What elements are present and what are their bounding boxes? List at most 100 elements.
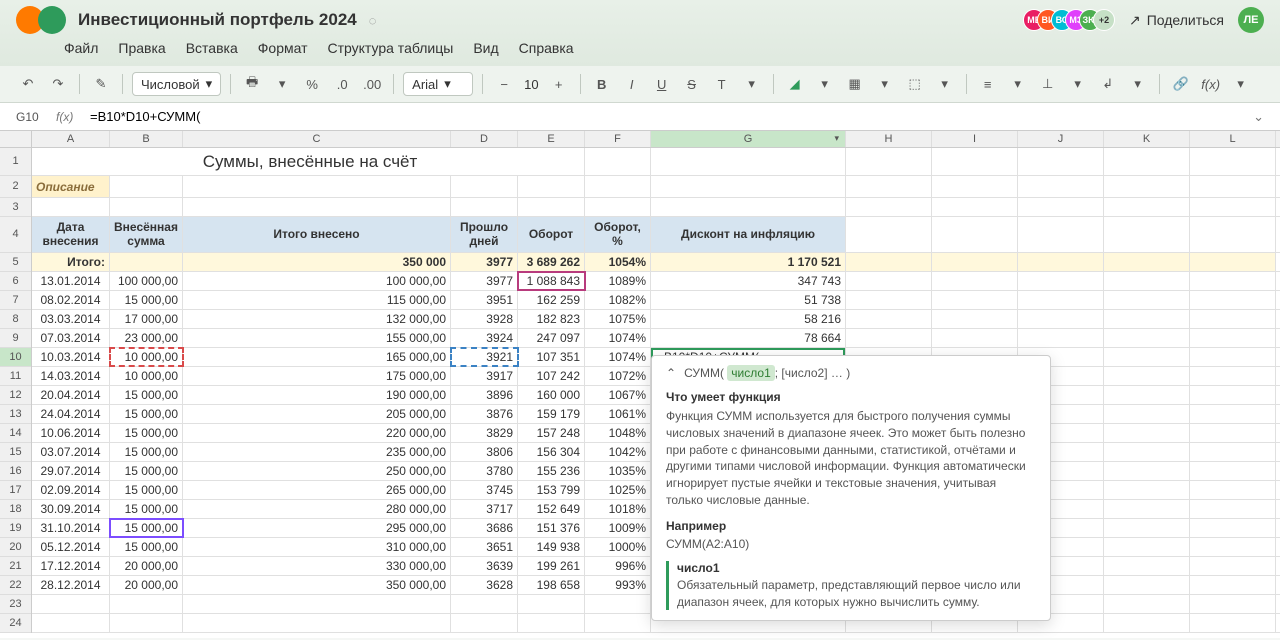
- row-header-12[interactable]: 12: [0, 386, 31, 405]
- cell[interactable]: [1104, 500, 1190, 518]
- cell[interactable]: [1104, 576, 1190, 594]
- menu-структура таблицы[interactable]: Структура таблицы: [328, 40, 454, 56]
- column-header-K[interactable]: K: [1104, 131, 1190, 147]
- row-header-16[interactable]: 16: [0, 462, 31, 481]
- cell[interactable]: 10.06.2014: [32, 424, 110, 442]
- cell[interactable]: 100 000,00: [183, 272, 451, 290]
- share-button[interactable]: ↗ Поделиться: [1129, 12, 1224, 29]
- title-cell[interactable]: Суммы, внесённые на счёт: [32, 148, 585, 175]
- cell[interactable]: [518, 198, 585, 216]
- cell[interactable]: 250 000,00: [183, 462, 451, 480]
- underline-button[interactable]: U: [650, 72, 674, 96]
- cell[interactable]: 1018%: [585, 500, 651, 518]
- cell[interactable]: 03.07.2014: [32, 443, 110, 461]
- cell[interactable]: [110, 176, 183, 197]
- cell[interactable]: [451, 176, 518, 197]
- cell[interactable]: 1074%: [585, 348, 651, 366]
- cell[interactable]: [932, 217, 1018, 252]
- cell[interactable]: 198 658: [518, 576, 585, 594]
- cell[interactable]: [518, 614, 585, 632]
- number-format-select[interactable]: Числовой▾: [132, 72, 221, 96]
- cell[interactable]: 1067%: [585, 386, 651, 404]
- cell[interactable]: [585, 595, 651, 613]
- cell[interactable]: [585, 176, 651, 197]
- cell[interactable]: [1104, 291, 1190, 309]
- menu-справка[interactable]: Справка: [519, 40, 574, 56]
- chevron-down-icon[interactable]: ▾: [1229, 72, 1253, 96]
- cell[interactable]: [1190, 176, 1276, 197]
- cell[interactable]: 15 000,00: [110, 386, 183, 404]
- cell[interactable]: 3 689 262: [518, 253, 585, 271]
- cell[interactable]: [1190, 405, 1276, 423]
- text-color-button[interactable]: T: [710, 72, 734, 96]
- cell[interactable]: 10 000,00: [110, 367, 183, 385]
- cell[interactable]: [846, 198, 932, 216]
- cell[interactable]: Оборот, %: [585, 217, 651, 252]
- percent-button[interactable]: %: [300, 72, 324, 96]
- cell[interactable]: [932, 198, 1018, 216]
- cell[interactable]: Дисконт на инфляцию: [651, 217, 846, 252]
- strikethrough-button[interactable]: S: [680, 72, 704, 96]
- cell[interactable]: 23 000,00: [110, 329, 183, 347]
- cell[interactable]: 3717: [451, 500, 518, 518]
- cell[interactable]: 15 000,00: [110, 443, 183, 461]
- cell[interactable]: [451, 614, 518, 632]
- cell[interactable]: [932, 148, 1018, 175]
- cell[interactable]: 30.09.2014: [32, 500, 110, 518]
- cell[interactable]: [1104, 148, 1190, 175]
- cell[interactable]: [1104, 272, 1190, 290]
- row-header-3[interactable]: 3: [0, 198, 31, 217]
- cell[interactable]: 1042%: [585, 443, 651, 461]
- cell[interactable]: [1190, 538, 1276, 556]
- cell[interactable]: [1104, 595, 1190, 613]
- cell[interactable]: [1104, 481, 1190, 499]
- expand-formula-icon[interactable]: ⌄: [1253, 109, 1264, 125]
- chevron-down-icon[interactable]: ▾: [270, 72, 294, 96]
- cell[interactable]: 247 097: [518, 329, 585, 347]
- cell[interactable]: Прошло дней: [451, 217, 518, 252]
- cell[interactable]: 235 000,00: [183, 443, 451, 461]
- font-size-value[interactable]: 10: [518, 75, 544, 94]
- cell[interactable]: [1104, 198, 1190, 216]
- cell[interactable]: 3921: [451, 348, 518, 366]
- cell[interactable]: 265 000,00: [183, 481, 451, 499]
- cell[interactable]: 100 000,00: [110, 272, 183, 290]
- font-select[interactable]: Arial▾: [403, 72, 473, 96]
- cell[interactable]: 280 000,00: [183, 500, 451, 518]
- cell[interactable]: 199 261: [518, 557, 585, 575]
- cell[interactable]: [1104, 386, 1190, 404]
- cell[interactable]: [932, 310, 1018, 328]
- column-header-H[interactable]: H: [846, 131, 932, 147]
- cell[interactable]: 1 170 521: [651, 253, 846, 271]
- cell[interactable]: [1190, 576, 1276, 594]
- cell[interactable]: [1190, 386, 1276, 404]
- cell[interactable]: 15 000,00: [110, 481, 183, 499]
- cell[interactable]: [1190, 310, 1276, 328]
- cell[interactable]: 31.10.2014: [32, 519, 110, 537]
- cell[interactable]: [1190, 348, 1276, 366]
- cell[interactable]: 3651: [451, 538, 518, 556]
- cell[interactable]: 3977: [451, 272, 518, 290]
- menu-вид[interactable]: Вид: [473, 40, 498, 56]
- cell[interactable]: [846, 217, 932, 252]
- cell[interactable]: 115 000,00: [183, 291, 451, 309]
- cell[interactable]: [1190, 272, 1276, 290]
- cell[interactable]: 14.03.2014: [32, 367, 110, 385]
- cell[interactable]: 3977: [451, 253, 518, 271]
- cell[interactable]: 295 000,00: [183, 519, 451, 537]
- cell[interactable]: [846, 148, 932, 175]
- row-header-14[interactable]: 14: [0, 424, 31, 443]
- cell[interactable]: [110, 198, 183, 216]
- cell[interactable]: 78 664: [651, 329, 846, 347]
- cell[interactable]: 107 242: [518, 367, 585, 385]
- cell[interactable]: [451, 198, 518, 216]
- cell[interactable]: 190 000,00: [183, 386, 451, 404]
- cell[interactable]: 996%: [585, 557, 651, 575]
- chevron-down-icon[interactable]: ▾: [933, 72, 957, 96]
- cell[interactable]: [1190, 367, 1276, 385]
- select-all-button[interactable]: [0, 131, 32, 147]
- bold-button[interactable]: B: [590, 72, 614, 96]
- column-header-C[interactable]: C: [183, 131, 451, 147]
- redo-button[interactable]: ↷: [46, 72, 70, 96]
- cell[interactable]: [183, 614, 451, 632]
